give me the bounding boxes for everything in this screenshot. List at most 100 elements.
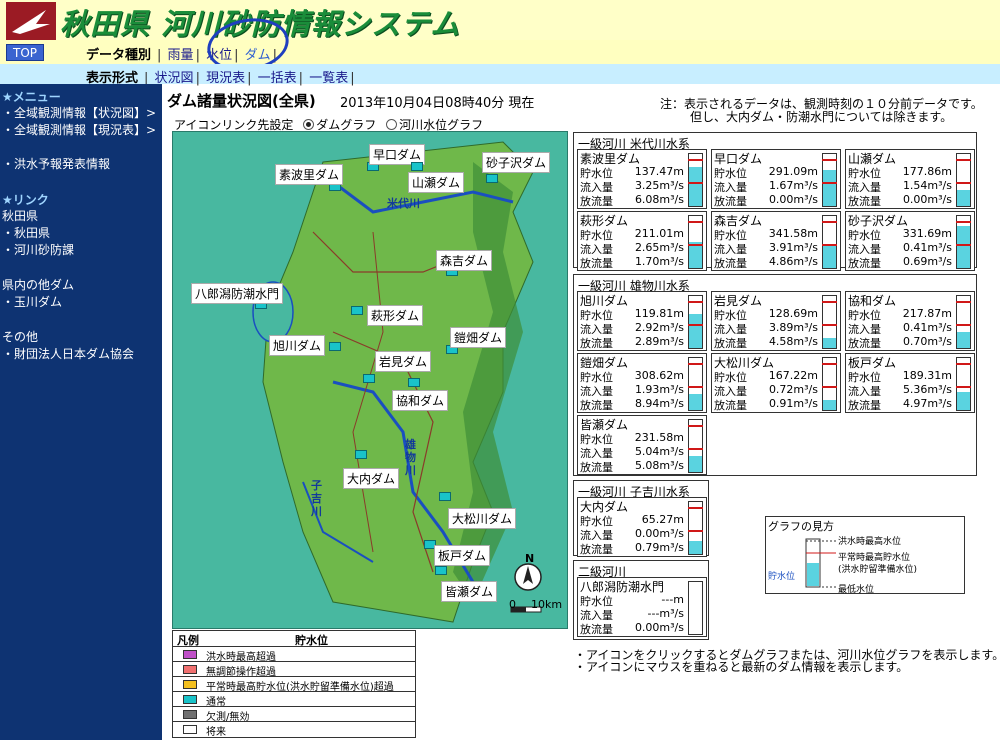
dam-card[interactable]: 八郎潟防潮水門 貯水位 ---m 流入量 ---m³/s 放流量 0.00m³/s [577, 577, 707, 637]
dam-value-storage: 167.22m [768, 369, 818, 382]
dam-card[interactable]: 旭川ダム 貯水位 119.81m 流入量 2.92m³/s 放流量 2.89m³/s [577, 291, 707, 351]
dam-value-outflow: 8.94m³/s [634, 397, 684, 410]
dam-icon-asahikawa[interactable] [329, 342, 341, 351]
flood-max-marker [688, 159, 703, 161]
sidebar-item-flood-forecast[interactable]: ・洪水予報発表情報 [2, 155, 110, 172]
normal-max-marker [822, 386, 837, 388]
flood-max-marker [822, 159, 837, 161]
river-label-omono: 雄物川 [405, 438, 416, 477]
nav-batch-table-link[interactable]: 一括表 [256, 71, 299, 86]
scale-label: 10km [531, 598, 563, 611]
dam-icon-ouchi[interactable] [355, 450, 367, 459]
legend-swatch [183, 665, 197, 674]
legend-swatch [183, 650, 197, 659]
data-type-label: データ種別 [86, 48, 152, 63]
flood-max-marker [822, 301, 837, 303]
storage-gauge [822, 215, 837, 269]
dam-card[interactable]: 早口ダム 貯水位 291.09m 流入量 1.67m³/s 放流量 0.00m³/s [711, 149, 841, 209]
map-label-sakozawa: 砂子沢ダム [482, 152, 551, 173]
dam-value-inflow: ---m³/s [647, 607, 684, 620]
river-system-panel: 二級河川 八郎潟防潮水門 貯水位 ---m 流入量 ---m³/s 放流量 0.00m³/s [573, 560, 709, 640]
dam-value-storage: 128.69m [768, 307, 818, 320]
dam-card[interactable]: 山瀬ダム 貯水位 177.86m 流入量 1.54m³/s 放流量 0.00m³/s [845, 149, 975, 209]
nav-list-table-link[interactable]: 一覧表 [307, 71, 350, 86]
dam-row-label-outflow: 放流量 [580, 623, 613, 636]
dam-row-label-outflow: 放流量 [848, 337, 881, 350]
dam-card[interactable]: 皆瀬ダム 貯水位 231.58m 流入量 5.04m³/s 放流量 5.08m³/s [577, 415, 707, 475]
river-label-yoneshiro: 米代川 [387, 197, 420, 210]
dam-card[interactable]: 鎧畑ダム 貯水位 308.62m 流入量 1.93m³/s 放流量 8.94m³/s [577, 353, 707, 413]
dam-value-outflow: 0.00m³/s [634, 621, 684, 634]
dam-value-inflow: 3.91m³/s [768, 241, 818, 254]
normal-max-marker [688, 448, 703, 450]
dam-row-label-outflow: 放流量 [580, 257, 613, 270]
map-label-iwami: 岩見ダム [375, 351, 432, 372]
dam-row-label-outflow: 放流量 [714, 195, 747, 208]
icon-link-label: アイコンリンク先設定 [174, 118, 294, 132]
sidebar-others-heading: その他 [2, 330, 39, 344]
dam-card[interactable]: 大松川ダム 貯水位 167.22m 流入量 0.72m³/s 放流量 0.91m³/s [711, 353, 841, 413]
sidebar: ★メニュー ・全域観測情報【状況図】> ・全域観測情報【現況表】> ・洪水予報発… [0, 84, 162, 740]
dam-card[interactable]: 板戸ダム 貯水位 189.31m 流入量 5.36m³/s 放流量 4.97m³/s [845, 353, 975, 413]
map-label-haginari: 萩形ダム [367, 305, 424, 326]
dam-icon-yamase[interactable] [411, 162, 423, 171]
nav-rain-link[interactable]: 雨量 [166, 48, 196, 63]
sidebar-item-current-table[interactable]: ・全域観測情報【現況表】> [2, 121, 156, 138]
sidebar-item-akita-city[interactable]: ・秋田県 [2, 224, 50, 241]
dam-card[interactable]: 森吉ダム 貯水位 341.58m 流入量 3.91m³/s 放流量 4.86m³/s [711, 211, 841, 271]
normal-max-marker [956, 244, 971, 246]
graph-legend-normal-max-sub: (洪水貯留準備水位) [838, 565, 918, 575]
flood-max-marker [688, 221, 703, 223]
map-label-yamase: 山瀬ダム [408, 172, 465, 193]
dam-value-outflow: 0.00m³/s [902, 193, 952, 206]
dam-card[interactable]: 砂子沢ダム 貯水位 331.69m 流入量 0.41m³/s 放流量 0.69m³/s [845, 211, 975, 271]
storage-gauge [688, 357, 703, 411]
akita-logo [6, 2, 56, 40]
dam-value-outflow: 0.79m³/s [634, 541, 684, 554]
legend-row: 無調節操作超過 [173, 661, 415, 678]
river-label-koyoshi: 子吉川 [311, 479, 322, 518]
sidebar-item-status-map[interactable]: ・全域観測情報【状況図】> [2, 104, 156, 121]
dam-card[interactable]: 大内ダム 貯水位 65.27m 流入量 0.00m³/s 放流量 0.79m³/s [577, 497, 707, 557]
storage-gauge-fill [689, 167, 702, 206]
nav-current-table-link[interactable]: 現況表 [204, 71, 247, 86]
dam-value-outflow: 0.91m³/s [768, 397, 818, 410]
river-system-panel: 一級河川 子吉川水系 大内ダム 貯水位 65.27m 流入量 0.00m³/s 放流量 0.7… [573, 480, 709, 557]
sidebar-item-dam-association[interactable]: ・財団法人日本ダム協会 [2, 345, 134, 362]
sidebar-menu-heading: ★メニュー [2, 90, 61, 104]
dam-card[interactable]: 協和ダム 貯水位 217.87m 流入量 0.41m³/s 放流量 0.70m³/s [845, 291, 975, 351]
dam-graph-radio[interactable] [303, 119, 315, 130]
dam-value-storage: 308.62m [634, 369, 684, 382]
flood-max-marker [956, 159, 971, 161]
graph-legend-axis: 貯水位 [768, 572, 796, 582]
dam-card[interactable]: 素波里ダム 貯水位 137.47m 流入量 3.25m³/s 放流量 6.08m³/s [577, 149, 707, 209]
top-button[interactable]: TOP [6, 44, 44, 61]
dam-icon-sakozawa[interactable] [486, 174, 498, 183]
scale-zero-label: 0 [509, 598, 516, 611]
legend-row: 通常 [173, 691, 415, 708]
flood-max-marker [688, 425, 703, 427]
footer-note-2: ・アイコンにマウスを重ねると最新のダム情報を表示します。 [574, 660, 909, 674]
dam-graph-radio-label[interactable]: ダムグラフ [316, 118, 376, 132]
river-graph-radio-label[interactable]: 河川水位グラフ [399, 118, 483, 132]
sidebar-item-tamagawa-dam[interactable]: ・玉川ダム [2, 293, 62, 310]
dam-value-outflow: 0.70m³/s [902, 335, 952, 348]
dam-row-label-outflow: 放流量 [714, 399, 747, 412]
sidebar-item-akita-pref[interactable]: 秋田県 [2, 207, 38, 224]
dam-card[interactable]: 岩見ダム 貯水位 128.69m 流入量 3.89m³/s 放流量 4.58m³/s [711, 291, 841, 351]
dam-icon-omatsukawa[interactable] [439, 492, 451, 501]
river-graph-radio[interactable] [386, 119, 398, 130]
storage-gauge-fill [957, 391, 970, 410]
sidebar-item-river-sabo[interactable]: ・河川砂防課 [2, 241, 74, 258]
dam-value-outflow: 2.89m³/s [634, 335, 684, 348]
dam-icon-iwami[interactable] [363, 374, 375, 383]
dam-icon-haginari[interactable] [351, 306, 363, 315]
dam-value-outflow: 4.58m³/s [768, 335, 818, 348]
dam-value-inflow: 1.67m³/s [768, 179, 818, 192]
flood-max-marker [822, 221, 837, 223]
dam-icon-minase[interactable] [435, 566, 447, 575]
dam-card[interactable]: 萩形ダム 貯水位 211.01m 流入量 2.65m³/s 放流量 1.70m³/s [577, 211, 707, 271]
storage-gauge [688, 215, 703, 269]
dam-icon-kyowa[interactable] [408, 378, 420, 387]
dam-row-label-outflow: 放流量 [580, 461, 613, 474]
